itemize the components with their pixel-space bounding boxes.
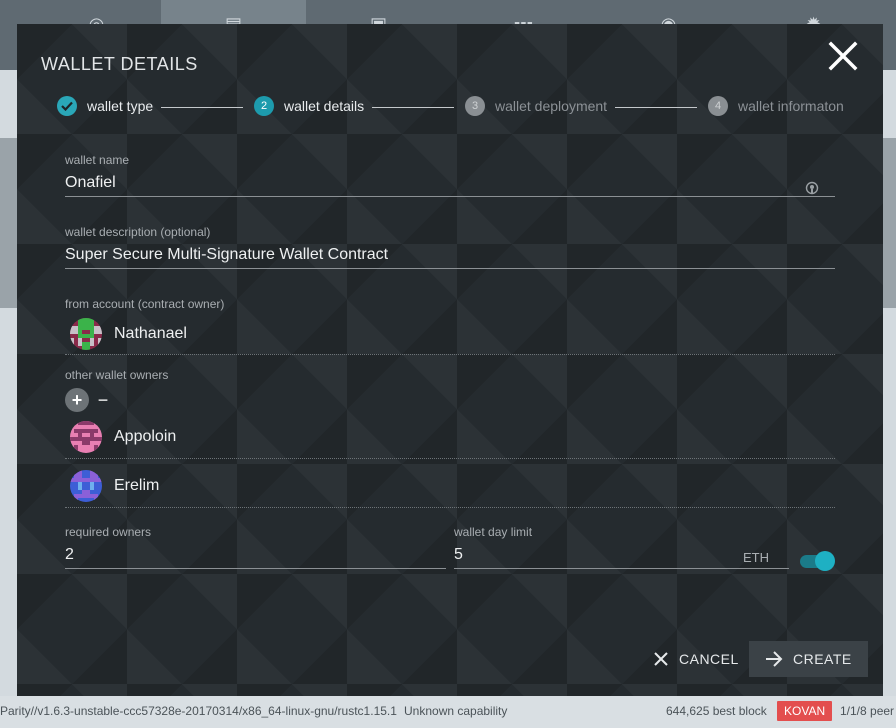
wizard-stepper: wallet type 2 wallet details 3 wallet de… <box>57 96 857 120</box>
remove-icon: − <box>97 389 109 410</box>
close-icon <box>828 41 858 71</box>
owner-name: Erelim <box>114 477 160 494</box>
from-account-label: from account (contract owner) <box>65 297 225 311</box>
from-account-name: Nathanael <box>114 325 187 342</box>
wallet-description-field: wallet description (optional) Super Secu… <box>65 225 835 269</box>
check-icon <box>57 96 77 116</box>
avatar <box>70 318 102 350</box>
from-account-field: from account (contract owner) Nathanael <box>65 297 835 355</box>
wallet-description-label: wallet description (optional) <box>65 225 211 239</box>
step-wallet-information: 4 wallet informaton <box>708 96 844 116</box>
from-account-select[interactable]: Nathanael <box>65 314 835 355</box>
owner-name: Appoloin <box>114 428 177 445</box>
required-owners-input[interactable]: 2 <box>65 546 446 569</box>
modal-title: WALLET DETAILS <box>41 54 198 74</box>
required-owners-label: required owners <box>65 525 152 539</box>
add-owner-button[interactable]: + <box>65 388 89 412</box>
wallet-description-input[interactable]: Super Secure Multi-Signature Wallet Cont… <box>65 246 835 269</box>
arrow-right-icon <box>766 651 783 667</box>
step-number: 4 <box>708 96 728 116</box>
step-number: 2 <box>254 96 274 116</box>
version-text: Parity//v1.6.3-unstable-ccc57328e-201703… <box>0 704 397 718</box>
close-button[interactable] <box>825 38 861 74</box>
step-label: wallet type <box>87 98 154 114</box>
other-owners-field: other wallet owners + − Appoloin Erelim <box>65 368 835 508</box>
cancel-x-icon <box>654 652 668 666</box>
step-label: wallet informaton <box>738 98 844 114</box>
step-wallet-type: wallet type <box>57 96 153 116</box>
step-connector <box>372 107 454 108</box>
step-connector <box>615 107 697 108</box>
step-number: 3 <box>465 96 485 116</box>
step-label: wallet deployment <box>495 98 608 114</box>
create-label: CREATE <box>793 651 852 667</box>
wallet-details-modal: WALLET DETAILS wallet type 2 wallet deta… <box>17 24 883 696</box>
cancel-button[interactable]: CANCEL <box>653 641 739 677</box>
capability-text: Unknown capability <box>404 704 508 718</box>
background-card <box>882 138 896 308</box>
qr-icon[interactable] <box>805 181 819 195</box>
step-label: wallet details <box>284 98 365 114</box>
other-owners-label: other wallet owners <box>65 368 169 382</box>
owner-row[interactable]: Erelim <box>65 465 835 508</box>
day-limit-field: wallet day limit 5 ETH <box>454 525 789 569</box>
wallet-name-label: wallet name <box>65 153 130 167</box>
add-icon: + <box>71 389 83 410</box>
create-button[interactable]: CREATE <box>749 641 868 677</box>
cancel-label: CANCEL <box>679 651 739 667</box>
step-wallet-deployment: 3 wallet deployment <box>465 96 607 116</box>
step-connector <box>161 107 243 108</box>
remove-owner-button[interactable]: − <box>95 388 111 412</box>
avatar <box>70 421 102 453</box>
peers-text: 1/1/8 peer <box>840 704 895 718</box>
wallet-name-field: wallet name Onafiel <box>65 153 835 197</box>
day-limit-input[interactable]: 5 <box>454 546 789 569</box>
day-limit-unit: ETH <box>743 550 769 565</box>
day-limit-label: wallet day limit <box>454 525 533 539</box>
status-bar: Parity//v1.6.3-unstable-ccc57328e-201703… <box>0 696 896 728</box>
best-block-text: 644,625 best block <box>666 704 767 718</box>
day-limit-toggle[interactable] <box>798 551 836 571</box>
network-badge: KOVAN <box>777 701 833 721</box>
owner-row[interactable]: Appoloin <box>65 416 835 459</box>
avatar <box>70 470 102 502</box>
background-card <box>0 138 18 308</box>
required-owners-field: required owners 2 <box>65 525 446 569</box>
wallet-name-input[interactable]: Onafiel <box>65 174 835 197</box>
step-wallet-details: 2 wallet details <box>254 96 364 116</box>
